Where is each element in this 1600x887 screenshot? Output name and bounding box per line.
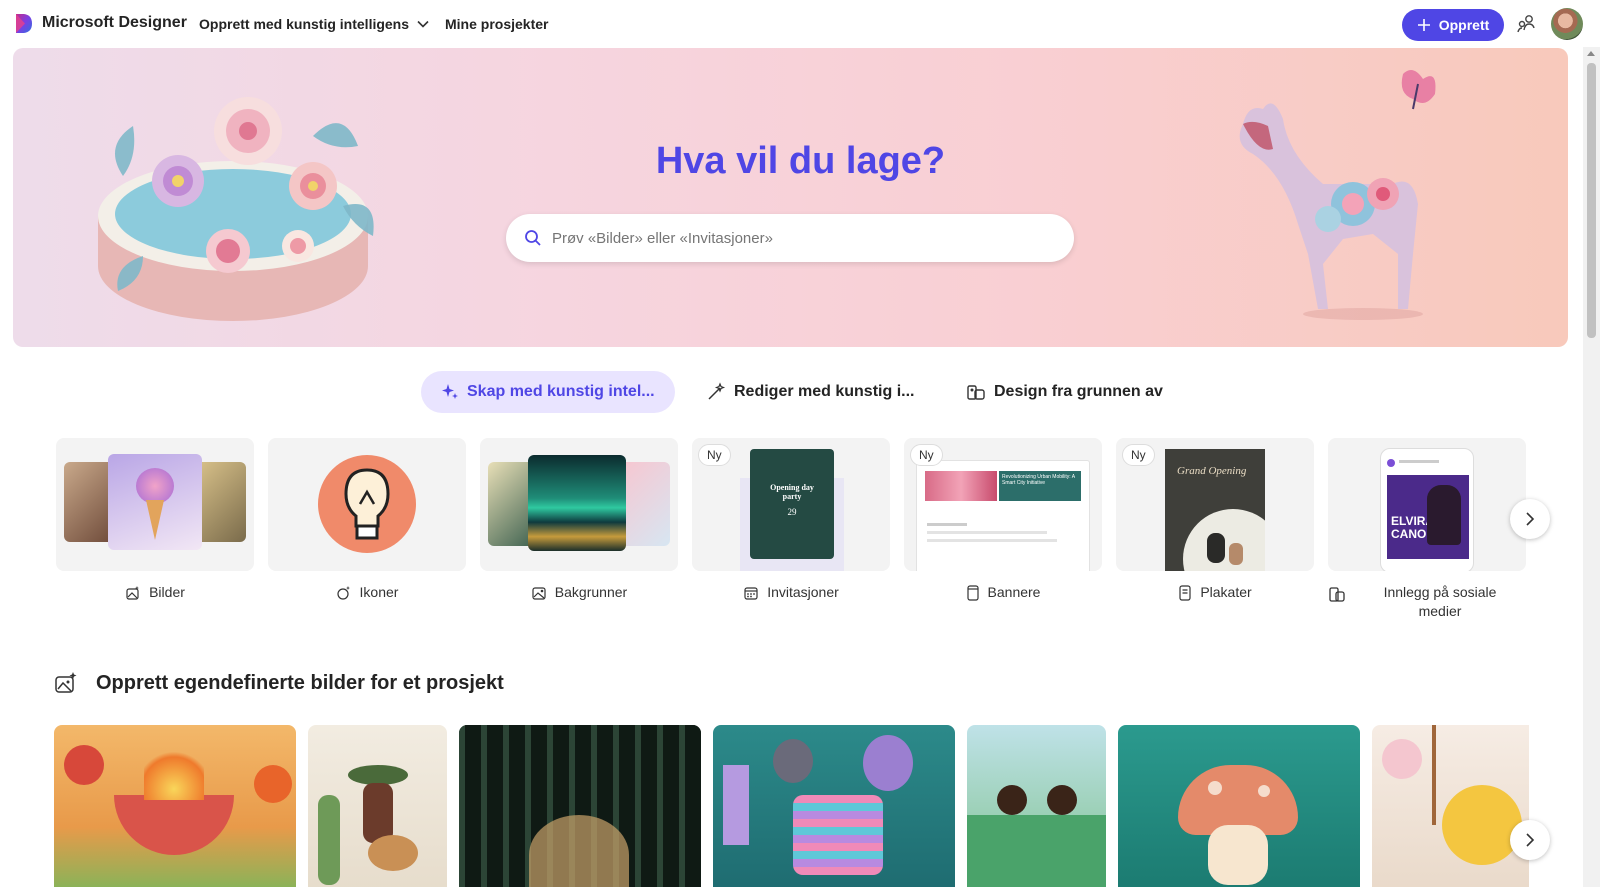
nav-create-with-ai-label: Opprett med kunstig intelligens (199, 16, 410, 32)
image-tile-grill[interactable] (54, 725, 296, 887)
flower-platform-illustration (98, 97, 374, 321)
new-badge: Ny (698, 444, 731, 466)
image-tile-guitar-player[interactable] (308, 725, 447, 887)
tab-design-from-scratch-label: Design fra grunnen av (994, 383, 1163, 400)
invite-date: 29 (787, 507, 797, 517)
category-card-banners[interactable]: Revolutionizing Urban Mobility: A Smart … (904, 438, 1102, 602)
category-thumb-banners: Revolutionizing Urban Mobility: A Smart … (904, 438, 1102, 571)
background-icon (532, 586, 546, 600)
poster-text: Grand Opening (1177, 465, 1247, 477)
category-thumb-invitations: Opening day party 29 Ny (692, 438, 890, 571)
calendar-icon (744, 586, 758, 600)
section-header: Opprett egendefinerte bilder for et pros… (54, 671, 504, 695)
category-thumb-images (56, 438, 254, 571)
image-tile-forest[interactable] (459, 725, 701, 887)
poster-icon (1179, 584, 1191, 601)
scrollbar-thumb[interactable] (1587, 63, 1596, 338)
image-tile-bird[interactable] (1372, 725, 1529, 887)
category-carousel: Bilder Ikoner Bakgrunner Opening day par… (56, 438, 1550, 621)
category-label-icons-text: Ikoner (359, 584, 399, 600)
nav-create-with-ai[interactable]: Opprett med kunstig intelligens (199, 16, 429, 32)
new-badge: Ny (1122, 444, 1155, 466)
category-label-posters-text: Plakater (1200, 584, 1252, 600)
nav-my-projects[interactable]: Mine prosjekter (445, 16, 548, 32)
banner-text: Revolutionizing Urban Mobility: A Smart … (999, 471, 1081, 501)
chevron-down-icon (417, 20, 429, 28)
invite-title: Opening day party (770, 483, 814, 501)
category-label-images: Bilder (56, 583, 254, 602)
hero-banner: Hva vil du lage? (13, 48, 1568, 347)
image-sparkle-icon (55, 672, 77, 693)
hero-title-text: Hva vil du lage? (655, 140, 946, 182)
category-carousel-next-button[interactable] (1510, 499, 1550, 539)
lightbulb-icon (344, 468, 390, 540)
tab-create-with-ai-label: Skap med kunstig intel... (467, 383, 655, 400)
category-card-backgrounds[interactable]: Bakgrunner (480, 438, 678, 602)
category-label-icons: Ikoner (268, 583, 466, 602)
category-label-invitations-text: Invitasjoner (767, 584, 839, 600)
scroll-up-arrow-icon[interactable] (1587, 51, 1595, 56)
category-label-backgrounds-text: Bakgrunner (554, 584, 628, 600)
category-label-backgrounds: Bakgrunner (480, 583, 678, 602)
category-card-social-posts[interactable]: ELVIRA CANO Innlegg på sosiale medier (1328, 438, 1526, 621)
search-icon (525, 230, 541, 246)
category-thumb-backgrounds (480, 438, 678, 571)
category-card-posters[interactable]: Grand Opening Ny Plakater (1116, 438, 1314, 602)
image-tile-mushroom[interactable] (1118, 725, 1360, 887)
category-label-social-posts-text: Innlegg på sosiale medier (1383, 584, 1497, 619)
category-label-images-text: Bilder (149, 584, 185, 600)
tab-edit-with-ai-label: Rediger med kunstig i... (734, 383, 915, 400)
magic-wand-icon (708, 382, 726, 400)
brand-name[interactable]: Microsoft Designer (42, 14, 187, 32)
image-sparkle-icon (126, 585, 140, 600)
category-label-invitations: Invitasjoner (692, 583, 890, 602)
project-image-carousel (54, 725, 1529, 887)
user-avatar[interactable] (1551, 8, 1583, 40)
tab-design-from-scratch[interactable]: Design fra grunnen av (966, 371, 1163, 413)
image-carousel-next-button[interactable] (1510, 820, 1550, 860)
top-bar: Microsoft Designer Opprett med kunstig i… (0, 0, 1600, 47)
category-card-invitations[interactable]: Opening day party 29 Ny Invitasjoner (692, 438, 890, 602)
search-input[interactable] (552, 229, 1032, 247)
icon-sparkle-icon (336, 585, 350, 600)
category-label-banners: Bannere (904, 583, 1102, 602)
category-card-images[interactable]: Bilder (56, 438, 254, 602)
category-label-posters: Plakater (1116, 583, 1314, 602)
designer-logo-icon[interactable] (14, 13, 34, 34)
sparkle-icon (442, 384, 458, 399)
category-label-banners-text: Bannere (987, 584, 1041, 600)
social-post-icon (1329, 587, 1345, 602)
category-thumb-icons (268, 438, 466, 571)
category-card-icons[interactable]: Ikoner (268, 438, 466, 602)
paper-deer-illustration (1239, 70, 1436, 320)
plus-icon (1417, 19, 1430, 31)
search-box[interactable] (506, 214, 1074, 262)
design-icon (967, 385, 985, 400)
image-tile-pinata[interactable] (713, 725, 955, 887)
image-tile-kids-reading[interactable] (967, 725, 1106, 887)
page-scrollbar[interactable] (1583, 47, 1600, 887)
create-button-label: Opprett (1438, 17, 1490, 33)
category-label-social-posts: Innlegg på sosiale medier (1328, 583, 1526, 621)
new-badge: Ny (910, 444, 943, 466)
tab-edit-with-ai[interactable]: Rediger med kunstig i... (706, 371, 914, 413)
section-title: Opprett egendefinerte bilder for et pros… (96, 671, 504, 694)
create-button[interactable]: Opprett (1402, 9, 1504, 41)
category-thumb-social-posts: ELVIRA CANO (1328, 438, 1526, 571)
tab-create-with-ai[interactable]: Skap med kunstig intel... (421, 371, 675, 413)
chevron-right-icon (1526, 512, 1535, 526)
chevron-right-icon (1526, 833, 1535, 847)
category-thumb-posters: Grand Opening Ny (1116, 438, 1314, 571)
share-people-icon[interactable] (1516, 13, 1538, 35)
banner-icon (966, 584, 979, 601)
mode-tabs: Skap med kunstig intel... Rediger med ku… (0, 371, 1600, 413)
